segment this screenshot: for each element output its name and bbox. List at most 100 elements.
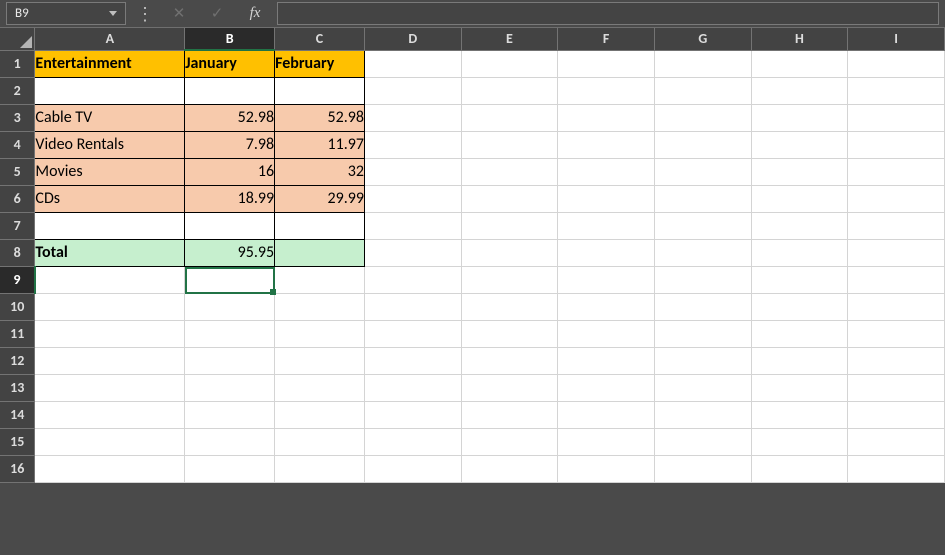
- cell-E7[interactable]: [461, 212, 558, 239]
- cell-E11[interactable]: [461, 320, 558, 347]
- cell-B6[interactable]: 18.99: [185, 185, 275, 212]
- cell-H7[interactable]: [751, 212, 848, 239]
- cell-B5[interactable]: 16: [185, 158, 275, 185]
- cell-C5[interactable]: 32: [275, 158, 365, 185]
- cell-E8[interactable]: [461, 239, 558, 266]
- cell-F1[interactable]: [558, 50, 655, 77]
- cell-A14[interactable]: [35, 401, 185, 428]
- insert-function-button[interactable]: fx: [239, 2, 271, 25]
- cell-E9[interactable]: [461, 266, 558, 293]
- cell-D3[interactable]: [364, 104, 461, 131]
- cell-B16[interactable]: [185, 455, 275, 482]
- cell-G11[interactable]: [654, 320, 751, 347]
- col-header-D[interactable]: D: [364, 28, 461, 50]
- cell-E2[interactable]: [461, 77, 558, 104]
- cell-A7[interactable]: [35, 212, 185, 239]
- cell-G16[interactable]: [654, 455, 751, 482]
- select-all-corner[interactable]: [0, 28, 35, 50]
- cell-H3[interactable]: [751, 104, 848, 131]
- cell-C2[interactable]: [275, 77, 365, 104]
- cell-E3[interactable]: [461, 104, 558, 131]
- cell-C8[interactable]: [275, 239, 365, 266]
- col-header-A[interactable]: A: [35, 28, 185, 50]
- cell-F8[interactable]: [558, 239, 655, 266]
- cell-I16[interactable]: [848, 455, 945, 482]
- cell-A6[interactable]: CDs: [35, 185, 185, 212]
- row-header-10[interactable]: 10: [0, 293, 35, 320]
- cell-G14[interactable]: [654, 401, 751, 428]
- cell-C12[interactable]: [275, 347, 365, 374]
- row-header-2[interactable]: 2: [0, 77, 35, 104]
- cell-B8[interactable]: 95.95: [185, 239, 275, 266]
- name-box[interactable]: B9: [6, 2, 126, 25]
- cell-F9[interactable]: [558, 266, 655, 293]
- cell-A13[interactable]: [35, 374, 185, 401]
- cell-B15[interactable]: [185, 428, 275, 455]
- row-header-13[interactable]: 13: [0, 374, 35, 401]
- cell-I8[interactable]: [848, 239, 945, 266]
- cell-B1[interactable]: January: [185, 50, 275, 77]
- cell-D6[interactable]: [364, 185, 461, 212]
- cell-I7[interactable]: [848, 212, 945, 239]
- row-header-16[interactable]: 16: [0, 455, 35, 482]
- cell-F3[interactable]: [558, 104, 655, 131]
- cell-H10[interactable]: [751, 293, 848, 320]
- cell-E14[interactable]: [461, 401, 558, 428]
- row-header-4[interactable]: 4: [0, 131, 35, 158]
- row-header-11[interactable]: 11: [0, 320, 35, 347]
- cell-D4[interactable]: [364, 131, 461, 158]
- cell-A4[interactable]: Video Rentals: [35, 131, 185, 158]
- cell-B2[interactable]: [185, 77, 275, 104]
- cell-G12[interactable]: [654, 347, 751, 374]
- cell-D10[interactable]: [364, 293, 461, 320]
- cell-F6[interactable]: [558, 185, 655, 212]
- cell-E6[interactable]: [461, 185, 558, 212]
- cell-C11[interactable]: [275, 320, 365, 347]
- cell-I11[interactable]: [848, 320, 945, 347]
- cell-F5[interactable]: [558, 158, 655, 185]
- col-header-F[interactable]: F: [558, 28, 655, 50]
- row-header-1[interactable]: 1: [0, 50, 35, 77]
- cell-B9[interactable]: [185, 266, 275, 293]
- cell-G3[interactable]: [654, 104, 751, 131]
- cell-D5[interactable]: [364, 158, 461, 185]
- cell-C7[interactable]: [275, 212, 365, 239]
- cell-D12[interactable]: [364, 347, 461, 374]
- row-header-14[interactable]: 14: [0, 401, 35, 428]
- cell-I10[interactable]: [848, 293, 945, 320]
- cell-B3[interactable]: 52.98: [185, 104, 275, 131]
- cell-G1[interactable]: [654, 50, 751, 77]
- cell-H4[interactable]: [751, 131, 848, 158]
- cell-I6[interactable]: [848, 185, 945, 212]
- col-header-I[interactable]: I: [848, 28, 945, 50]
- cell-E5[interactable]: [461, 158, 558, 185]
- cell-I1[interactable]: [848, 50, 945, 77]
- cell-F10[interactable]: [558, 293, 655, 320]
- row-header-6[interactable]: 6: [0, 185, 35, 212]
- cell-C10[interactable]: [275, 293, 365, 320]
- cell-H14[interactable]: [751, 401, 848, 428]
- cancel-formula-button[interactable]: ✕: [163, 2, 195, 25]
- cell-F4[interactable]: [558, 131, 655, 158]
- cell-I3[interactable]: [848, 104, 945, 131]
- cell-A15[interactable]: [35, 428, 185, 455]
- cell-I2[interactable]: [848, 77, 945, 104]
- cell-H5[interactable]: [751, 158, 848, 185]
- cell-D8[interactable]: [364, 239, 461, 266]
- cell-F11[interactable]: [558, 320, 655, 347]
- col-header-G[interactable]: G: [654, 28, 751, 50]
- cell-G7[interactable]: [654, 212, 751, 239]
- cell-F16[interactable]: [558, 455, 655, 482]
- cell-C14[interactable]: [275, 401, 365, 428]
- cell-A5[interactable]: Movies: [35, 158, 185, 185]
- cell-E12[interactable]: [461, 347, 558, 374]
- cell-E1[interactable]: [461, 50, 558, 77]
- col-header-C[interactable]: C: [275, 28, 365, 50]
- cell-A12[interactable]: [35, 347, 185, 374]
- row-header-15[interactable]: 15: [0, 428, 35, 455]
- cell-F14[interactable]: [558, 401, 655, 428]
- cell-H9[interactable]: [751, 266, 848, 293]
- cell-G10[interactable]: [654, 293, 751, 320]
- cell-H11[interactable]: [751, 320, 848, 347]
- col-header-B[interactable]: B: [185, 28, 275, 50]
